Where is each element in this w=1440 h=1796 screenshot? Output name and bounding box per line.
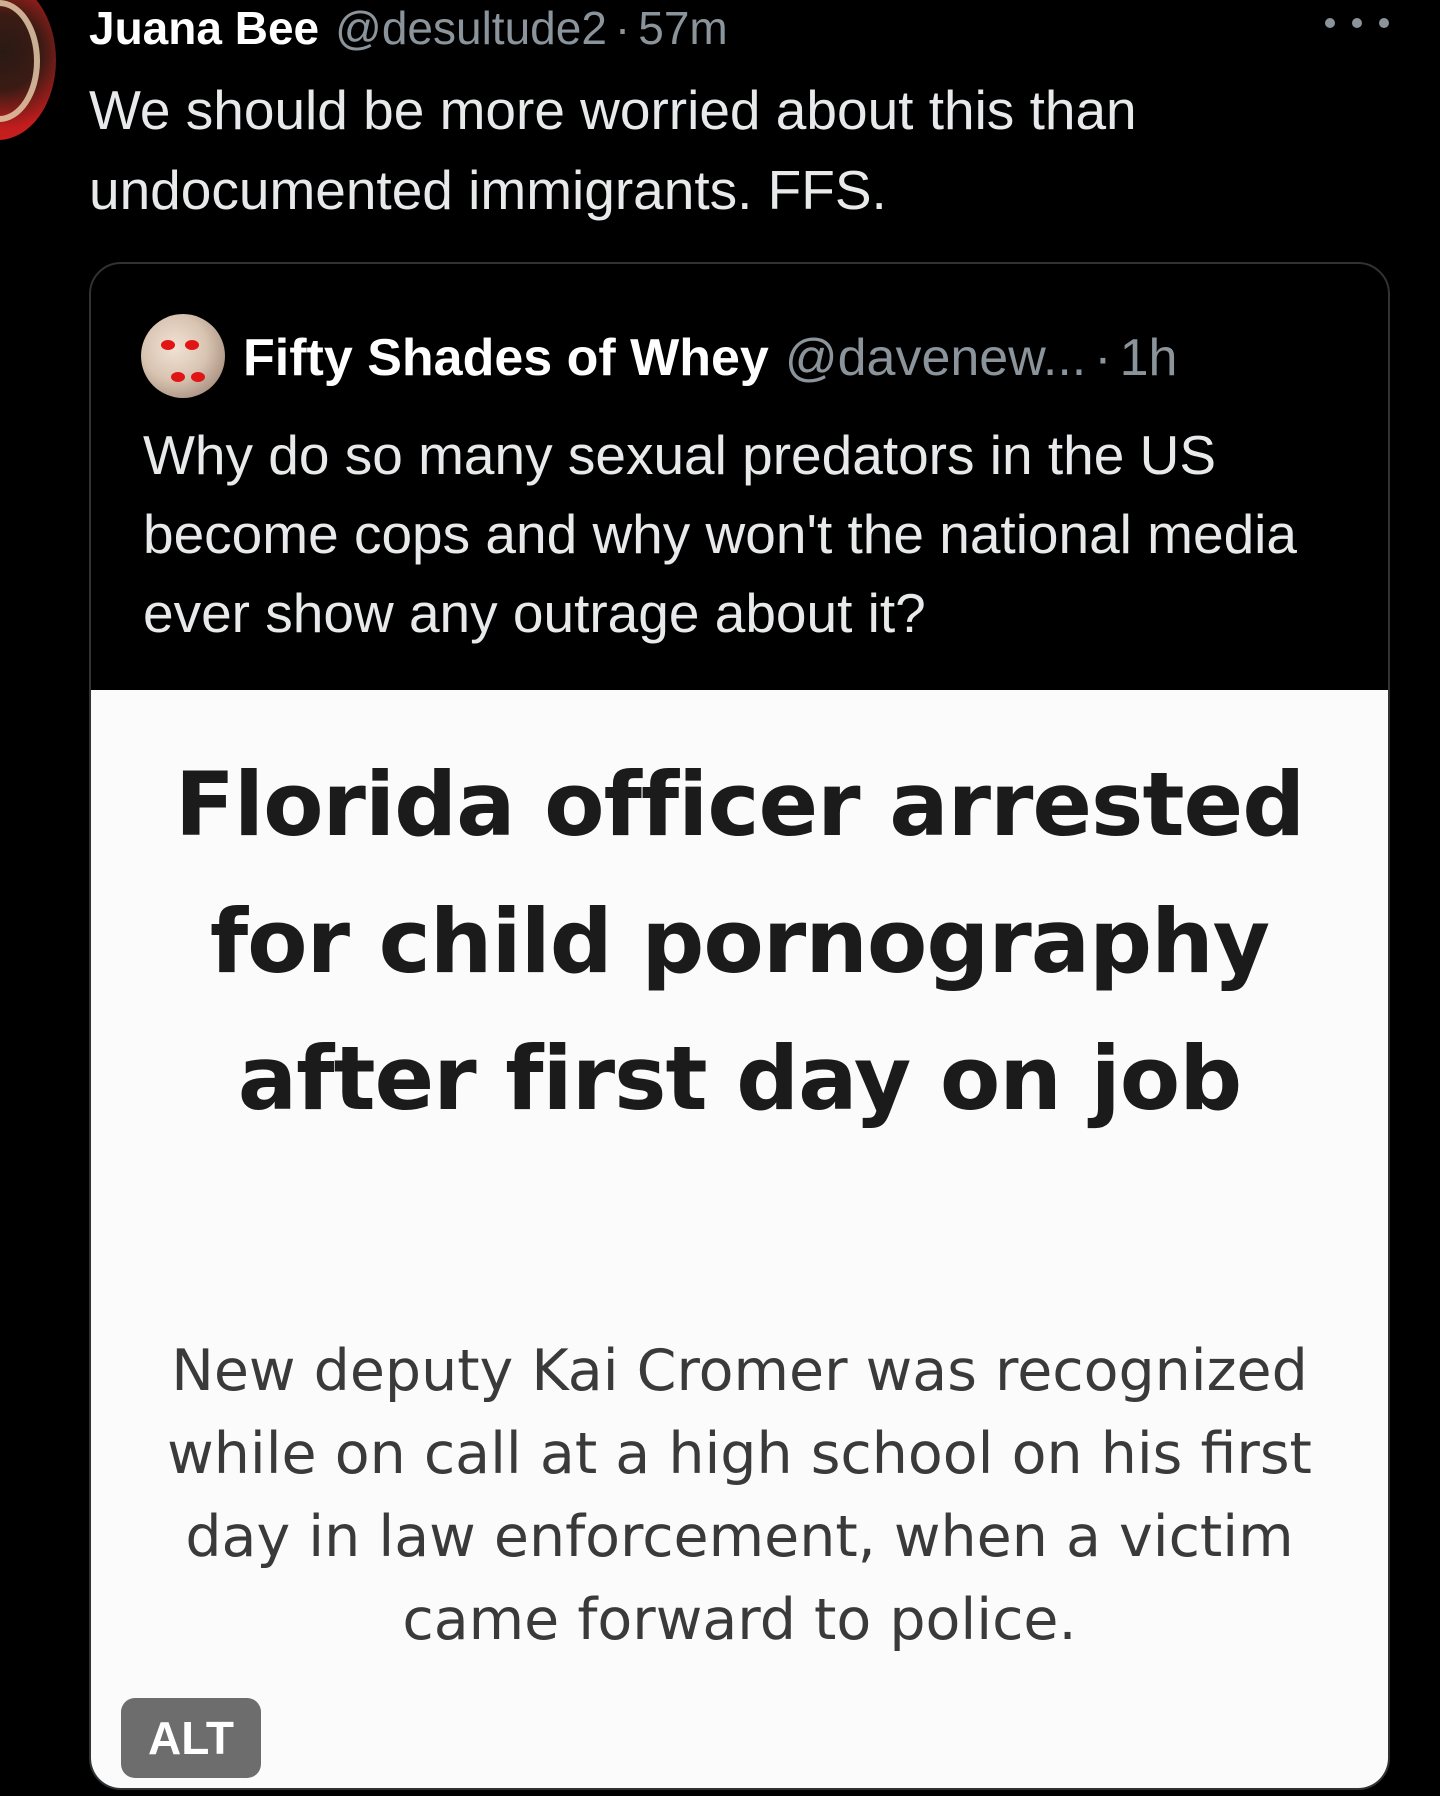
alt-text-button[interactable]: ALT <box>121 1698 261 1778</box>
more-dot <box>1325 18 1335 28</box>
tweet-header: Juana Bee @desultude2 · 57m <box>89 0 728 56</box>
author-handle[interactable]: @desultude2 <box>335 0 607 56</box>
author-avatar[interactable] <box>0 0 56 140</box>
more-dot <box>1352 18 1362 28</box>
quoted-tweet-timestamp[interactable]: 1h <box>1120 328 1178 388</box>
tweet-timestamp[interactable]: 57m <box>638 0 727 56</box>
avatar-eye-glow <box>171 372 185 382</box>
avatar-image-detail <box>0 0 40 122</box>
quoted-tweet-text: Why do so many sexual predators in the U… <box>143 424 1297 644</box>
more-horizontal-icon[interactable] <box>1325 8 1389 38</box>
article-subheadline: New deputy Kai Cromer was recognized whi… <box>167 1338 1312 1653</box>
avatar-eye-glow <box>191 372 205 382</box>
article-headline: Florida officer arrested for child porno… <box>174 753 1305 1130</box>
avatar-eye-glow <box>185 340 199 350</box>
more-dot <box>1379 18 1389 28</box>
quoted-author-handle[interactable]: @davenew... <box>785 328 1086 388</box>
quoted-header-separator: · <box>1094 329 1112 387</box>
quoted-tweet-header: Fifty Shades of Whey @davenew... · 1h <box>243 326 1177 390</box>
quoted-author-avatar[interactable] <box>141 314 225 398</box>
tweet-text: We should be more worried about this tha… <box>89 79 1137 221</box>
avatar-eye-glow <box>161 340 175 350</box>
quoted-author-name[interactable]: Fifty Shades of Whey <box>243 328 769 388</box>
author-name[interactable]: Juana Bee <box>89 0 319 56</box>
quoted-tweet-card[interactable]: Fifty Shades of Whey @davenew... · 1h Wh… <box>89 262 1390 1790</box>
quoted-tweet-image[interactable]: Florida officer arrested for child porno… <box>91 690 1388 1788</box>
header-separator: · <box>614 2 631 54</box>
